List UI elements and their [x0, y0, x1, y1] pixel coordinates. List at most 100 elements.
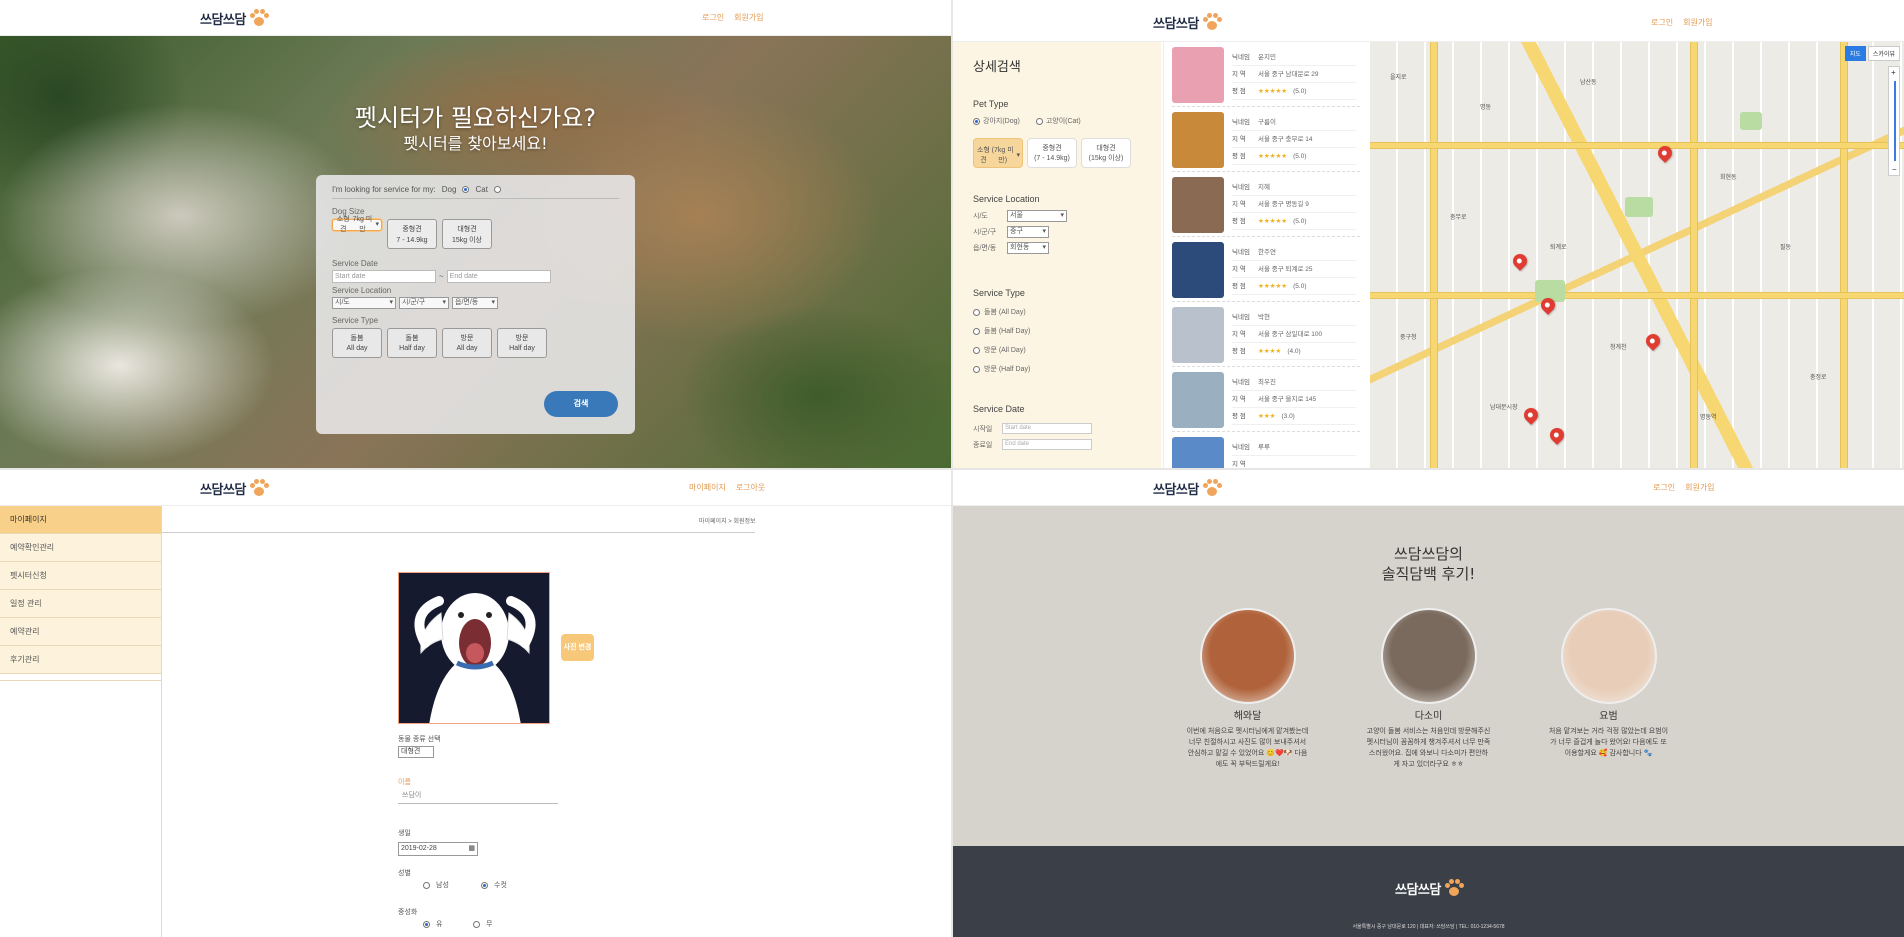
neuter-radio[interactable]: [423, 920, 430, 928]
neuter-option-yes[interactable]: 유: [423, 919, 442, 929]
map[interactable]: 을지로 명동 남산동 회현동 충무로 퇴계로 필동 중구청 청계천 남대문시장 …: [1370, 42, 1904, 468]
login-link[interactable]: 로그인: [702, 12, 724, 23]
dog-option[interactable]: 강아지(Dog): [973, 116, 1020, 126]
animal-type-select[interactable]: 대형견: [398, 746, 434, 758]
map-pin-icon[interactable]: [1521, 405, 1541, 425]
type-option[interactable]: 방문 (Half Day): [973, 364, 1141, 374]
logo[interactable]: 쓰담쓰담: [1153, 476, 1222, 500]
gender-option-male[interactable]: 남성: [423, 880, 449, 890]
type-care-allday-button[interactable]: 돌봄 All day: [332, 328, 382, 358]
gender-radio[interactable]: [481, 881, 488, 889]
zoom-out-icon[interactable]: −: [1892, 165, 1897, 174]
service-date-label: Service Date: [973, 404, 1025, 414]
neuter-option-no[interactable]: 무: [473, 919, 492, 929]
logout-link[interactable]: 로그아웃: [736, 482, 765, 493]
type-radio[interactable]: [973, 365, 980, 373]
end-date-input[interactable]: End date: [446, 270, 551, 283]
sitter-card[interactable]: 닉네임 박현 지 역 서울 중구 삼일대로 100 평 점 ★★★★ (4.0): [1172, 302, 1360, 367]
sitter-card[interactable]: 닉네임 윤지민 지 역 서울 중구 남대문로 29 평 점 ★★★★★ (5.0): [1172, 42, 1360, 107]
name-input[interactable]: 쓰담이: [398, 788, 558, 804]
size-medium-button[interactable]: 중형견 7 - 14.9kg: [387, 219, 437, 249]
dog-radio[interactable]: [973, 117, 980, 125]
neuter-radio[interactable]: [473, 920, 480, 928]
signup-link[interactable]: 회원가입: [1685, 482, 1714, 493]
type-option[interactable]: 돌봄 (Half Day): [973, 326, 1141, 336]
menu-item-sitter-apply[interactable]: 펫시터신청: [0, 562, 161, 590]
filter-title: 상세검색: [973, 60, 1021, 75]
menu-item-schedule[interactable]: 일정 관리: [0, 590, 161, 618]
start-date-input[interactable]: Start date: [332, 270, 436, 283]
type-visit-halfday-button[interactable]: 방문 Half day: [497, 328, 547, 358]
gender-label: 성별: [398, 870, 411, 877]
pet-type-label: Pet Type: [973, 99, 1009, 109]
size-large-button[interactable]: 대형견 (15kg 이상): [1081, 138, 1131, 168]
size-small-button[interactable]: 소형견 7kg 미만: [332, 216, 382, 233]
type-care-halfday-button[interactable]: 돌봄 Half day: [387, 328, 437, 358]
mypage-link[interactable]: 마이페이지: [689, 482, 726, 493]
size-range: 7 - 14.9kg: [396, 237, 428, 244]
birthday-input[interactable]: 2019-02-28 ▦: [398, 842, 478, 856]
sitter-card[interactable]: 닉네임루루지 역평 점: [1172, 432, 1360, 468]
zoom-in-icon[interactable]: +: [1891, 68, 1896, 77]
sitter-card[interactable]: 닉네임 지혜 지 역 서울 중구 명동길 9 평 점 ★★★★★ (5.0): [1172, 172, 1360, 237]
calendar-icon[interactable]: ▦: [468, 843, 475, 855]
size-medium-button[interactable]: 중형견 (7 - 14.9kg): [1027, 138, 1077, 168]
map-park: [1625, 197, 1653, 217]
menu-item-reviews[interactable]: 후기관리: [0, 646, 161, 674]
change-photo-button[interactable]: 사진 변경: [561, 634, 594, 661]
map-pin-icon[interactable]: [1643, 331, 1663, 351]
city-select[interactable]: 서울: [1007, 210, 1067, 222]
district-select[interactable]: 중구: [1007, 226, 1049, 238]
map-pin-icon[interactable]: [1510, 251, 1530, 271]
login-link[interactable]: 로그인: [1651, 17, 1673, 28]
size-range: (7kg 미만): [991, 146, 1014, 164]
zoom-slider[interactable]: [1894, 81, 1896, 161]
dog-radio[interactable]: [462, 186, 470, 193]
search-button[interactable]: 검색: [544, 391, 618, 417]
menu-item-reservation-check[interactable]: 예약확인관리: [0, 534, 161, 562]
map-label: 회현동: [1720, 175, 1737, 181]
sitter-nickname-row: 닉네임 윤지민: [1232, 49, 1356, 66]
town-label: 읍/면/동: [973, 245, 997, 252]
type-radio[interactable]: [973, 346, 980, 354]
town-select[interactable]: 회현동: [1007, 242, 1049, 254]
cat-radio[interactable]: [493, 186, 501, 193]
gender-radio[interactable]: [423, 881, 430, 889]
map-road: [1370, 142, 1904, 149]
signup-link[interactable]: 회원가입: [1683, 17, 1712, 28]
city-select[interactable]: 시/도: [332, 297, 396, 309]
size-name: 대형견: [457, 226, 477, 233]
logo[interactable]: 쓰담쓰담: [200, 6, 269, 30]
logo[interactable]: 쓰담쓰담: [1153, 10, 1222, 34]
type-radio[interactable]: [973, 327, 980, 335]
neuter-label: 중성화: [398, 909, 418, 916]
type-option[interactable]: 돌봄 (All Day): [973, 307, 1141, 317]
sitter-nickname-row: 닉네임 박현: [1232, 309, 1356, 326]
map-pin-icon[interactable]: [1547, 425, 1567, 445]
login-link[interactable]: 로그인: [1653, 482, 1675, 493]
type-visit-allday-button[interactable]: 방문 All day: [442, 328, 492, 358]
map-view-button[interactable]: 지도: [1844, 46, 1866, 61]
logo[interactable]: 쓰담쓰담: [200, 476, 269, 500]
sitter-card[interactable]: 닉네임 구름이 지 역 서울 중구 충무로 14 평 점 ★★★★★ (5.0): [1172, 107, 1360, 172]
type-option[interactable]: 방문 (All Day): [973, 345, 1141, 355]
cat-option[interactable]: 고양이(Cat): [1035, 116, 1081, 126]
sitter-card[interactable]: 닉네임 한주연 지 역 서울 중구 퇴계로 25 평 점 ★★★★★ (5.0): [1172, 237, 1360, 302]
menu-item-reservation-manage[interactable]: 예약관리: [0, 618, 161, 646]
size-large-button[interactable]: 대형견 15kg 이상: [442, 219, 492, 249]
district-select[interactable]: 시/군/구: [399, 297, 449, 309]
cat-radio[interactable]: [1035, 117, 1043, 125]
start-date-input[interactable]: Start date: [1002, 423, 1092, 434]
skyview-button[interactable]: 스카이뷰: [1867, 46, 1900, 61]
type-radio[interactable]: [973, 308, 980, 316]
sitter-area-label: 지 역: [1232, 265, 1246, 273]
sitter-card[interactable]: 닉네임 최우진 지 역 서울 중구 을지로 145 평 점 ★★★ (3.0): [1172, 367, 1360, 432]
menu-item-mypage[interactable]: 마이페이지: [0, 506, 161, 534]
end-date-input[interactable]: End date: [1002, 439, 1092, 450]
zoom-control[interactable]: + −: [1888, 66, 1900, 176]
profile-dog-illustration: [399, 573, 549, 723]
gender-option-neutered[interactable]: 수컷: [481, 880, 507, 890]
signup-link[interactable]: 회원가입: [734, 12, 763, 23]
town-select[interactable]: 읍/면/동: [452, 297, 498, 309]
size-small-button[interactable]: 소형견 (7kg 미만): [973, 138, 1023, 168]
